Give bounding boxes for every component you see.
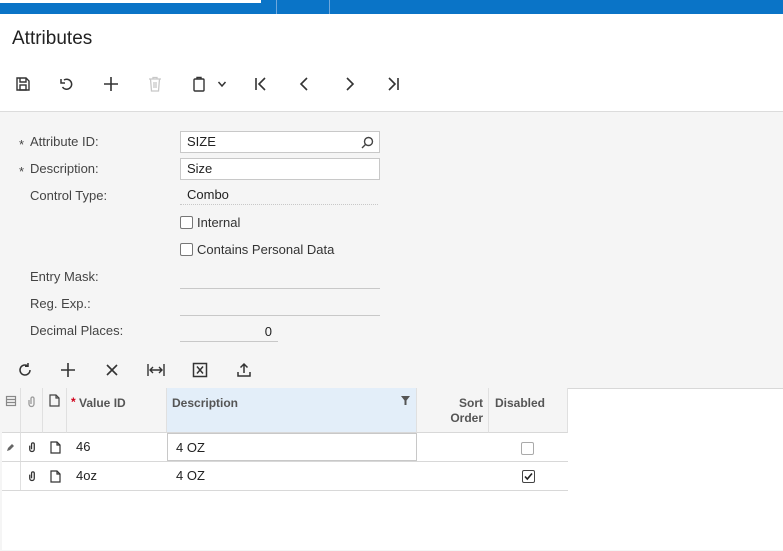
previous-record-icon (299, 77, 308, 91)
attachment-cell[interactable] (21, 462, 43, 490)
value-id-cell[interactable]: 4oz (67, 462, 167, 490)
add-button[interactable] (100, 73, 122, 95)
entry-mask-field[interactable] (180, 268, 380, 289)
description-header-label: Description (172, 396, 239, 410)
refresh-icon (19, 363, 31, 376)
attachments-header[interactable] (21, 388, 43, 433)
column-header-value-id[interactable]: * Value ID (67, 388, 167, 433)
fit-columns-button[interactable] (145, 359, 167, 381)
global-search-box[interactable] (0, 0, 261, 3)
paperclip-icon (29, 442, 35, 453)
checkmark-icon (524, 472, 533, 481)
row-selector[interactable] (2, 462, 21, 490)
nav-separator (329, 0, 330, 14)
delete-button[interactable] (144, 73, 166, 95)
control-type-label: Control Type: (30, 188, 108, 203)
value-id-header-label: Value ID (79, 396, 126, 410)
note-icon (50, 470, 61, 483)
search-icon[interactable] (361, 136, 374, 149)
row-settings-icon (5, 395, 17, 407)
filter-icon[interactable] (401, 396, 410, 405)
internal-checkbox[interactable] (180, 216, 193, 229)
sort-order-cell[interactable] (417, 462, 489, 490)
disabled-cell[interactable] (489, 462, 568, 490)
add-icon (104, 77, 118, 91)
attachment-cell[interactable] (21, 433, 43, 461)
disabled-cell[interactable] (489, 433, 568, 461)
previous-record-button[interactable] (294, 73, 316, 95)
clipboard-menu-toggle[interactable] (215, 77, 229, 91)
clipboard-button[interactable] (188, 73, 210, 95)
last-record-icon (388, 77, 399, 91)
disabled-checkbox[interactable] (521, 442, 534, 455)
save-button[interactable] (12, 73, 34, 95)
upload-icon (237, 362, 251, 377)
paperclip-icon (28, 396, 35, 408)
export-excel-icon (192, 362, 208, 378)
add-row-button[interactable] (57, 359, 79, 381)
nav-separator (276, 0, 277, 14)
delete-icon (149, 76, 161, 92)
required-marker: * (19, 137, 25, 152)
next-record-icon (346, 77, 355, 91)
column-header-sort-order[interactable]: Sort Order (417, 388, 489, 433)
save-icon (16, 77, 30, 91)
undo-button[interactable] (56, 73, 78, 95)
sort-order-header-label: Sort Order (450, 396, 483, 425)
required-marker: * (19, 164, 25, 179)
page-title: Attributes (12, 28, 93, 49)
description-label: Description: (30, 161, 99, 176)
column-header-disabled[interactable]: Disabled (489, 388, 568, 433)
top-navigation-bar (0, 0, 783, 14)
clipboard-icon (193, 76, 205, 92)
internal-label: Internal (197, 215, 241, 230)
personal-data-label: Contains Personal Data (197, 242, 335, 257)
personal-data-checkbox[interactable] (180, 243, 193, 256)
reg-exp-label: Reg. Exp.: (30, 296, 91, 311)
export-excel-button[interactable] (189, 359, 211, 381)
note-cell[interactable] (43, 433, 67, 461)
pencil-icon (7, 444, 14, 451)
note-icon (50, 441, 61, 454)
attribute-id-value: SIZE (187, 134, 216, 149)
description-cell[interactable]: 4 OZ (167, 462, 417, 490)
paperclip-icon (29, 471, 35, 482)
add-row-icon (61, 363, 75, 377)
note-icon (49, 394, 60, 407)
description-field[interactable]: Size (180, 158, 380, 180)
row-selector[interactable] (2, 433, 21, 461)
values-grid: * Value ID Description Sort Order Disabl… (2, 388, 783, 550)
first-record-icon (255, 77, 266, 91)
sort-order-cell[interactable] (417, 433, 489, 461)
notes-header[interactable] (43, 388, 67, 433)
attribute-id-label: Attribute ID: (30, 134, 99, 149)
description-cell[interactable]: 4 OZ (167, 433, 417, 461)
attribute-id-field[interactable]: SIZE (180, 131, 380, 153)
disabled-checkbox[interactable] (522, 470, 535, 483)
fit-columns-icon (147, 364, 165, 376)
table-row[interactable]: 4oz 4 OZ (2, 462, 568, 491)
decimal-places-label: Decimal Places: (30, 323, 124, 338)
entry-mask-label: Entry Mask: (30, 269, 99, 284)
first-record-button[interactable] (250, 73, 272, 95)
delete-row-button[interactable] (101, 359, 123, 381)
refresh-button[interactable] (14, 359, 36, 381)
control-type-value[interactable]: Combo (180, 185, 378, 205)
description-value: Size (187, 161, 213, 176)
note-cell[interactable] (43, 462, 67, 490)
disabled-header-label: Disabled (495, 396, 546, 410)
table-row[interactable]: 46 4 OZ (2, 433, 568, 462)
value-id-cell[interactable]: 46 (67, 433, 167, 461)
undo-icon (60, 78, 73, 90)
reg-exp-field[interactable] (180, 295, 380, 316)
upload-button[interactable] (233, 359, 255, 381)
delete-row-icon (106, 364, 118, 376)
row-selector-header[interactable] (2, 388, 21, 433)
chevron-down-icon (217, 81, 227, 88)
next-record-button[interactable] (338, 73, 360, 95)
column-header-description[interactable]: Description (167, 388, 417, 433)
required-marker: * (71, 395, 76, 409)
last-record-button[interactable] (382, 73, 404, 95)
decimal-places-field[interactable]: 0 (180, 322, 278, 342)
